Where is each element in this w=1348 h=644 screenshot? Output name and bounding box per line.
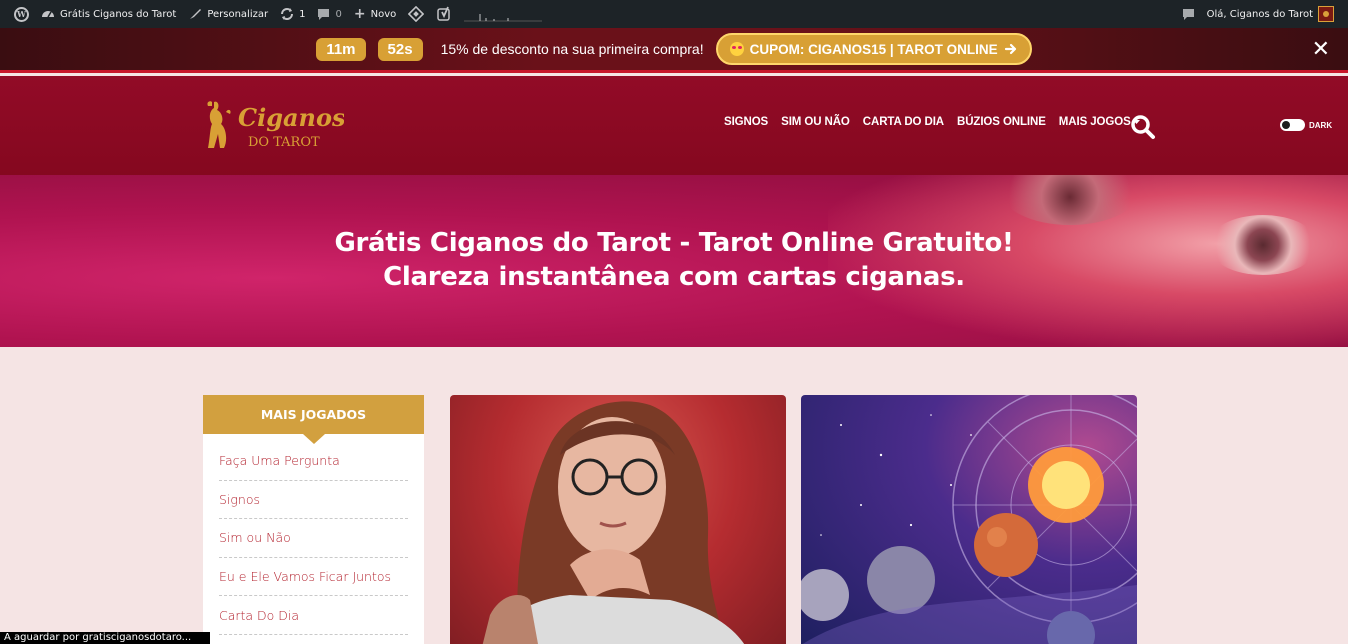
avatar <box>1318 6 1334 22</box>
greeting-label: Olá, Ciganos do Tarot <box>1206 8 1313 20</box>
woman-thinking-image <box>482 401 744 644</box>
new-label: Novo <box>370 8 397 20</box>
list-item: Eu e Ele Vamos Ficar Juntos <box>219 558 408 597</box>
nav-carta-do-dia[interactable]: CARTA DO DIA <box>863 116 944 128</box>
updates-count: 1 <box>299 8 306 20</box>
svg-text:Ciganos: Ciganos <box>238 103 344 132</box>
my-account-link[interactable]: Olá, Ciganos do Tarot <box>1201 0 1340 28</box>
coupon-label: CUPOM: CIGANOS15 | TAROT ONLINE <box>749 41 998 57</box>
site-name-label: Grátis Ciganos do Tarot <box>60 8 177 20</box>
search-icon[interactable] <box>1130 114 1156 140</box>
list-item: Signos <box>219 481 408 520</box>
dark-mode-toggle[interactable]: DARK <box>1280 119 1332 131</box>
sidebar-link-signos[interactable]: Signos <box>219 492 260 507</box>
gypsy-dancer-logo-icon: Ciganos DO TAROT <box>207 101 346 150</box>
hero-title: Grátis Ciganos do Tarot - Tarot Online G… <box>0 226 1348 294</box>
yoast-link[interactable] <box>430 0 458 28</box>
hero-title-line1: Grátis Ciganos do Tarot - Tarot Online G… <box>334 228 1014 258</box>
timer-seconds: 52s <box>377 37 423 61</box>
coupon-button[interactable]: CUPOM: CIGANOS15 | TAROT ONLINE <box>715 33 1032 65</box>
game-card-pergunta[interactable] <box>450 395 786 644</box>
arrow-right-icon <box>1004 43 1016 55</box>
site-logo[interactable]: Ciganos DO TAROT <box>204 98 346 154</box>
nav-mais-jogos[interactable]: MAIS JOGOS <box>1059 116 1140 128</box>
plugin-diamond-link[interactable] <box>402 0 430 28</box>
comments-link[interactable]: 0 <box>311 0 347 28</box>
game-card-signos[interactable] <box>801 395 1137 644</box>
nav-sim-ou-nao[interactable]: SIM OU NÃO <box>781 116 850 128</box>
nav-signos[interactable]: SIGNOS <box>724 116 768 128</box>
dark-label: DARK <box>1309 120 1333 130</box>
sidebar-link-faca-uma-pergunta[interactable]: Faça Uma Pergunta <box>219 453 340 468</box>
toggle-switch-icon <box>1280 119 1305 131</box>
list-item: Sim ou Não <box>219 519 408 558</box>
updates-link[interactable]: 1 <box>274 0 311 28</box>
svg-text:DO TAROT: DO TAROT <box>248 135 320 150</box>
wordpress-icon: W <box>14 6 29 22</box>
comment-icon <box>318 8 330 20</box>
heart-eyes-emoji-icon <box>729 42 744 56</box>
browser-status-bar: A aguardar por gratisciganosdotaro... <box>0 632 210 644</box>
dashboard-icon <box>42 11 54 18</box>
comments-count: 0 <box>335 8 342 20</box>
notification-icon <box>1182 8 1194 20</box>
updates-icon <box>281 8 294 20</box>
sidebar-link-eu-e-ele[interactable]: Eu e Ele Vamos Ficar Juntos <box>219 569 391 584</box>
diamond-icon <box>408 6 425 22</box>
notifications-link[interactable] <box>1176 0 1201 28</box>
nav-buzios-online[interactable]: BÚZIOS ONLINE <box>957 116 1046 128</box>
promo-text: 15% de desconto na sua primeira compra! <box>440 41 704 57</box>
promo-bar: 11m 52s 15% de desconto na sua primeira … <box>0 28 1348 73</box>
nav-mais-jogos-label: MAIS JOGOS <box>1058 116 1131 128</box>
sparkline-chart-icon <box>464 14 543 22</box>
sidebar-title: MAIS JOGADOS <box>203 395 424 444</box>
hero-title-line2: Clareza instantânea com cartas ciganas. <box>383 262 965 292</box>
customize-label: Personalizar <box>207 8 269 20</box>
yoast-icon <box>437 6 450 21</box>
stats-sparkline[interactable] <box>458 0 548 28</box>
list-item: Faça Uma Pergunta <box>219 442 408 481</box>
sidebar-link-sim-ou-nao[interactable]: Sim ou Não <box>219 530 291 545</box>
wordpress-menu[interactable]: W <box>8 0 35 28</box>
sidebar-link-carta-do-dia[interactable]: Carta Do Dia <box>219 608 299 623</box>
site-header: Ciganos DO TAROT SIGNOS SIM OU NÃO CARTA… <box>0 76 1348 175</box>
plus-icon: + <box>353 6 366 22</box>
most-played-sidebar: MAIS JOGADOS Faça Uma Pergunta Signos Si… <box>203 395 424 644</box>
site-name-link[interactable]: Grátis Ciganos do Tarot <box>35 0 182 28</box>
new-content-link[interactable]: + Novo <box>348 0 402 28</box>
admin-bar: W Grátis Ciganos do Tarot Personalizar 1… <box>0 0 1348 28</box>
zodiac-planets-image <box>801 395 1137 644</box>
brush-icon <box>190 9 202 19</box>
close-promo-button[interactable]: ✕ <box>1312 38 1330 62</box>
timer-minutes: 11m <box>316 37 366 61</box>
hero-banner: Grátis Ciganos do Tarot - Tarot Online G… <box>0 175 1348 347</box>
customize-link[interactable]: Personalizar <box>182 0 274 28</box>
sidebar-list: Faça Uma Pergunta Signos Sim ou Não Eu e… <box>203 434 424 635</box>
main-nav: SIGNOS SIM OU NÃO CARTA DO DIA BÚZIOS ON… <box>724 116 1140 128</box>
list-item: Carta Do Dia <box>219 596 408 635</box>
